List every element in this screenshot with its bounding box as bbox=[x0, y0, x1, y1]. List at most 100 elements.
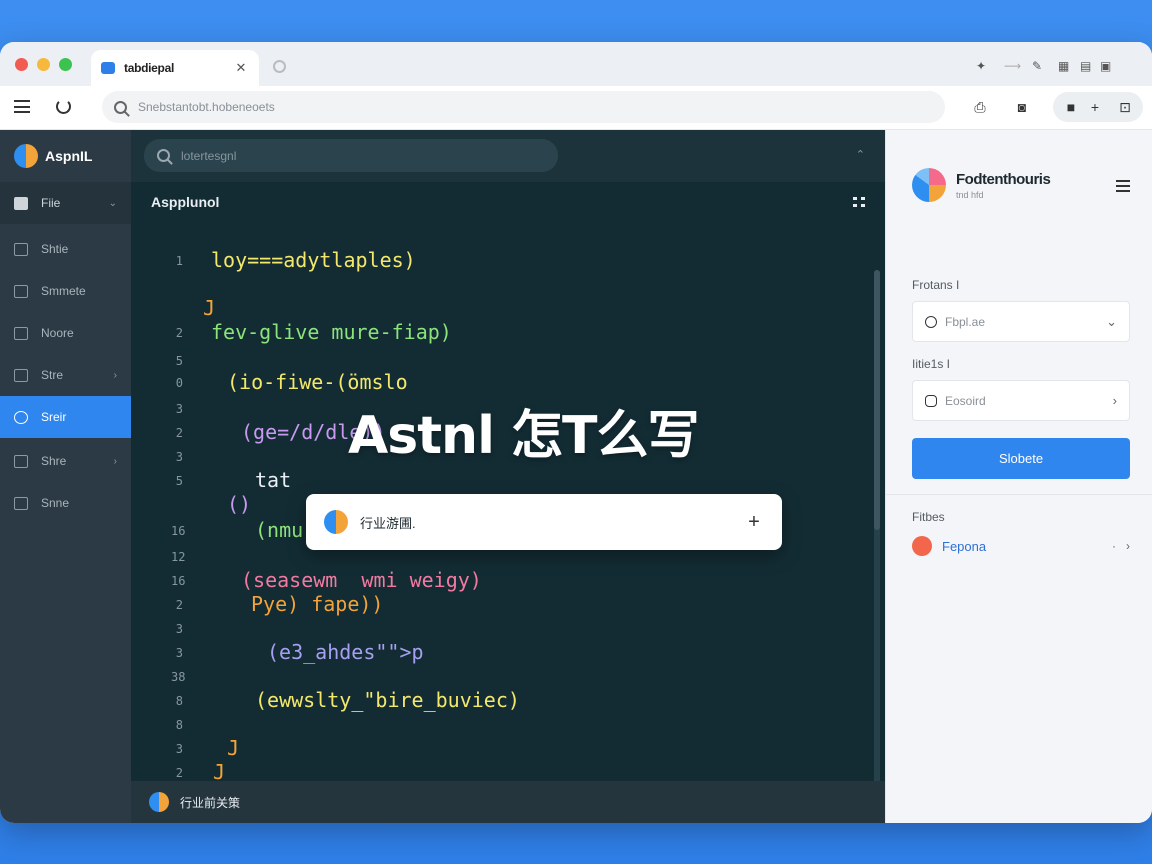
field-label-1: Frotans I bbox=[912, 278, 960, 292]
browser-toolbar: Snebstantobt.hobeneoets ⎙ ◙ ■ + ⊡ bbox=[0, 86, 1152, 130]
browser-tab[interactable]: tabdiepal ✕ bbox=[91, 50, 259, 86]
grid-icon[interactable] bbox=[853, 196, 865, 208]
file-icon bbox=[14, 196, 28, 210]
chevron-right-icon: › bbox=[113, 455, 117, 467]
line-number: 8 bbox=[175, 718, 183, 732]
line-number: 2 bbox=[175, 426, 183, 440]
sidebar-item-2[interactable]: Shtie bbox=[0, 228, 131, 270]
monitor-icon bbox=[14, 242, 28, 256]
divider bbox=[886, 494, 1152, 495]
document-icon bbox=[14, 284, 28, 298]
edit-icon[interactable]: ✎ bbox=[1032, 59, 1042, 73]
line-number: 1 bbox=[175, 254, 183, 268]
sidebar-item-8[interactable]: Snne bbox=[0, 482, 131, 524]
tools-icon[interactable]: ▦ bbox=[1058, 59, 1069, 73]
code-line: (seasewm wmi weigy) bbox=[241, 568, 482, 592]
line-number: 5 bbox=[175, 354, 183, 368]
editor-footer: 行业前关策 bbox=[131, 781, 885, 823]
code-line: (e3_ahdes"">p bbox=[267, 640, 424, 664]
section-label: Fitbes bbox=[912, 510, 945, 524]
minimize-window-button[interactable] bbox=[37, 58, 50, 71]
pin-icon[interactable]: ✦ bbox=[976, 59, 986, 73]
profile-name: Fodtenthouris bbox=[956, 170, 1051, 188]
line-number: 3 bbox=[175, 402, 183, 416]
footer-label: 行业前关策 bbox=[180, 795, 241, 810]
brand-name: AspnIL bbox=[45, 148, 93, 164]
notification-popup[interactable]: 行业游圃. + bbox=[306, 494, 782, 550]
editor-search-input[interactable]: lotertesgnl bbox=[144, 139, 558, 172]
sidebar-item-label: Sreir bbox=[41, 410, 67, 424]
menu-icon[interactable] bbox=[1116, 180, 1130, 192]
list-icon[interactable]: ▤ bbox=[1080, 59, 1091, 73]
camera-icon[interactable]: ◙ bbox=[1014, 99, 1030, 115]
line-number: 3 bbox=[175, 742, 183, 756]
chevron-down-icon: ⌄ bbox=[108, 197, 117, 209]
submit-button[interactable]: Slobete bbox=[912, 438, 1130, 479]
select-field-value: Fbpl.ae bbox=[945, 314, 986, 329]
search-icon bbox=[925, 315, 937, 328]
address-bar[interactable]: Snebstantobt.hobeneoets bbox=[102, 91, 945, 123]
chevron-right-icon: · › bbox=[1112, 539, 1130, 553]
status-dot-icon bbox=[912, 536, 932, 556]
scrollbar-thumb[interactable] bbox=[874, 270, 880, 530]
list-item-label: Fepona bbox=[942, 538, 987, 554]
popup-text: 行业游圃. bbox=[360, 515, 416, 531]
line-number: 2 bbox=[175, 766, 183, 780]
line-number: 2 bbox=[175, 598, 183, 612]
editor-header: lotertesgnl ⌃ bbox=[131, 130, 885, 182]
notes-icon bbox=[14, 326, 28, 340]
line-number: 38 bbox=[171, 670, 186, 684]
sidebar-item-3[interactable]: Smmete bbox=[0, 270, 131, 312]
search-icon bbox=[14, 410, 28, 424]
line-number: 3 bbox=[175, 450, 183, 464]
code-line: J bbox=[227, 736, 240, 760]
list-item[interactable]: Fepona · › bbox=[912, 534, 1130, 558]
tab-label: tabdiepal bbox=[124, 61, 174, 75]
sidebar-item-label: Smmete bbox=[41, 284, 86, 298]
folder-icon bbox=[14, 454, 28, 468]
close-window-button[interactable] bbox=[15, 58, 28, 71]
sidebar-item-7[interactable]: Shre › bbox=[0, 440, 131, 482]
sidebar-item-label: Shtie bbox=[41, 242, 69, 256]
reload-icon[interactable] bbox=[56, 99, 71, 114]
sidebar-item-active[interactable]: Sreir bbox=[0, 396, 131, 438]
code-line: J bbox=[203, 296, 216, 320]
chat-icon bbox=[925, 394, 937, 407]
code-line: (nmu bbox=[255, 518, 304, 542]
select-field-2[interactable]: Eosoird › bbox=[912, 380, 1130, 421]
right-panel: Fodtenthouris tnd hfd Frotans I Fbpl.ae … bbox=[885, 130, 1152, 823]
code-line: Pye) fape)) bbox=[251, 592, 384, 616]
chevron-right-icon: › bbox=[1112, 393, 1117, 408]
line-number: 16 bbox=[171, 524, 186, 538]
select-field-1[interactable]: Fbpl.ae ⌄ bbox=[912, 301, 1130, 342]
sidebar-item-files[interactable]: Fiie ⌄ bbox=[0, 182, 131, 224]
brand: AspnIL bbox=[14, 144, 92, 168]
line-number: 0 bbox=[175, 376, 183, 390]
new-tab-icon[interactable] bbox=[273, 60, 286, 73]
code-line: fev-glive mure-fiap) bbox=[211, 320, 452, 344]
dash-icon[interactable]: ⟶ bbox=[1004, 59, 1021, 73]
add-icon[interactable]: + bbox=[1087, 99, 1103, 115]
browser-titlebar: tabdiepal ✕ ✦ ⟶ ✎ ▦ ▤ ▣ bbox=[0, 42, 1152, 86]
menu-icon[interactable] bbox=[14, 100, 30, 113]
sidebar-item-4[interactable]: Noore bbox=[0, 312, 131, 354]
search-icon bbox=[157, 149, 170, 162]
sidebar-item-5[interactable]: Stre › bbox=[0, 354, 131, 396]
line-number: 2 bbox=[175, 326, 183, 340]
share-icon[interactable]: ⎙ bbox=[972, 99, 988, 115]
chevron-right-icon: › bbox=[113, 369, 117, 381]
chevron-up-icon[interactable]: ⌃ bbox=[856, 148, 865, 161]
window-icon[interactable]: ▣ bbox=[1100, 59, 1111, 73]
brand-logo-icon bbox=[14, 144, 38, 168]
maximize-window-button[interactable] bbox=[59, 58, 72, 71]
add-button[interactable]: + bbox=[744, 511, 764, 534]
extension-icon[interactable]: ■ bbox=[1063, 99, 1079, 115]
editor-scrollbar[interactable] bbox=[874, 270, 880, 810]
sidebar-item-label: Noore bbox=[41, 326, 74, 340]
search-icon bbox=[114, 100, 127, 114]
sidebar-item-label: Stre bbox=[41, 368, 64, 382]
field-label-2: Iitie1s I bbox=[912, 357, 951, 371]
app-sidebar: AspnIL Fiie ⌄ Shtie Smmete Noore Stre › … bbox=[0, 130, 131, 823]
tab-close-icon[interactable]: ✕ bbox=[233, 60, 249, 76]
sidepanel-icon[interactable]: ⊡ bbox=[1117, 99, 1133, 115]
